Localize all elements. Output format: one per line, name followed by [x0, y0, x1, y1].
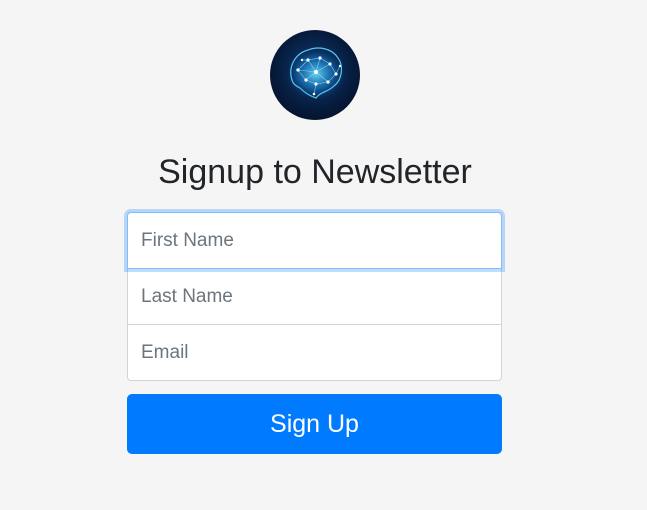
- brain-network-icon: [270, 30, 360, 120]
- signup-form: [127, 212, 502, 381]
- first-name-input[interactable]: [127, 212, 502, 269]
- email-input[interactable]: [127, 324, 502, 381]
- page-title: Signup to Newsletter: [158, 153, 472, 191]
- sign-up-button[interactable]: Sign Up: [127, 394, 502, 454]
- last-name-input[interactable]: [127, 268, 502, 325]
- signup-page: Signup to Newsletter Sign Up: [0, 0, 647, 510]
